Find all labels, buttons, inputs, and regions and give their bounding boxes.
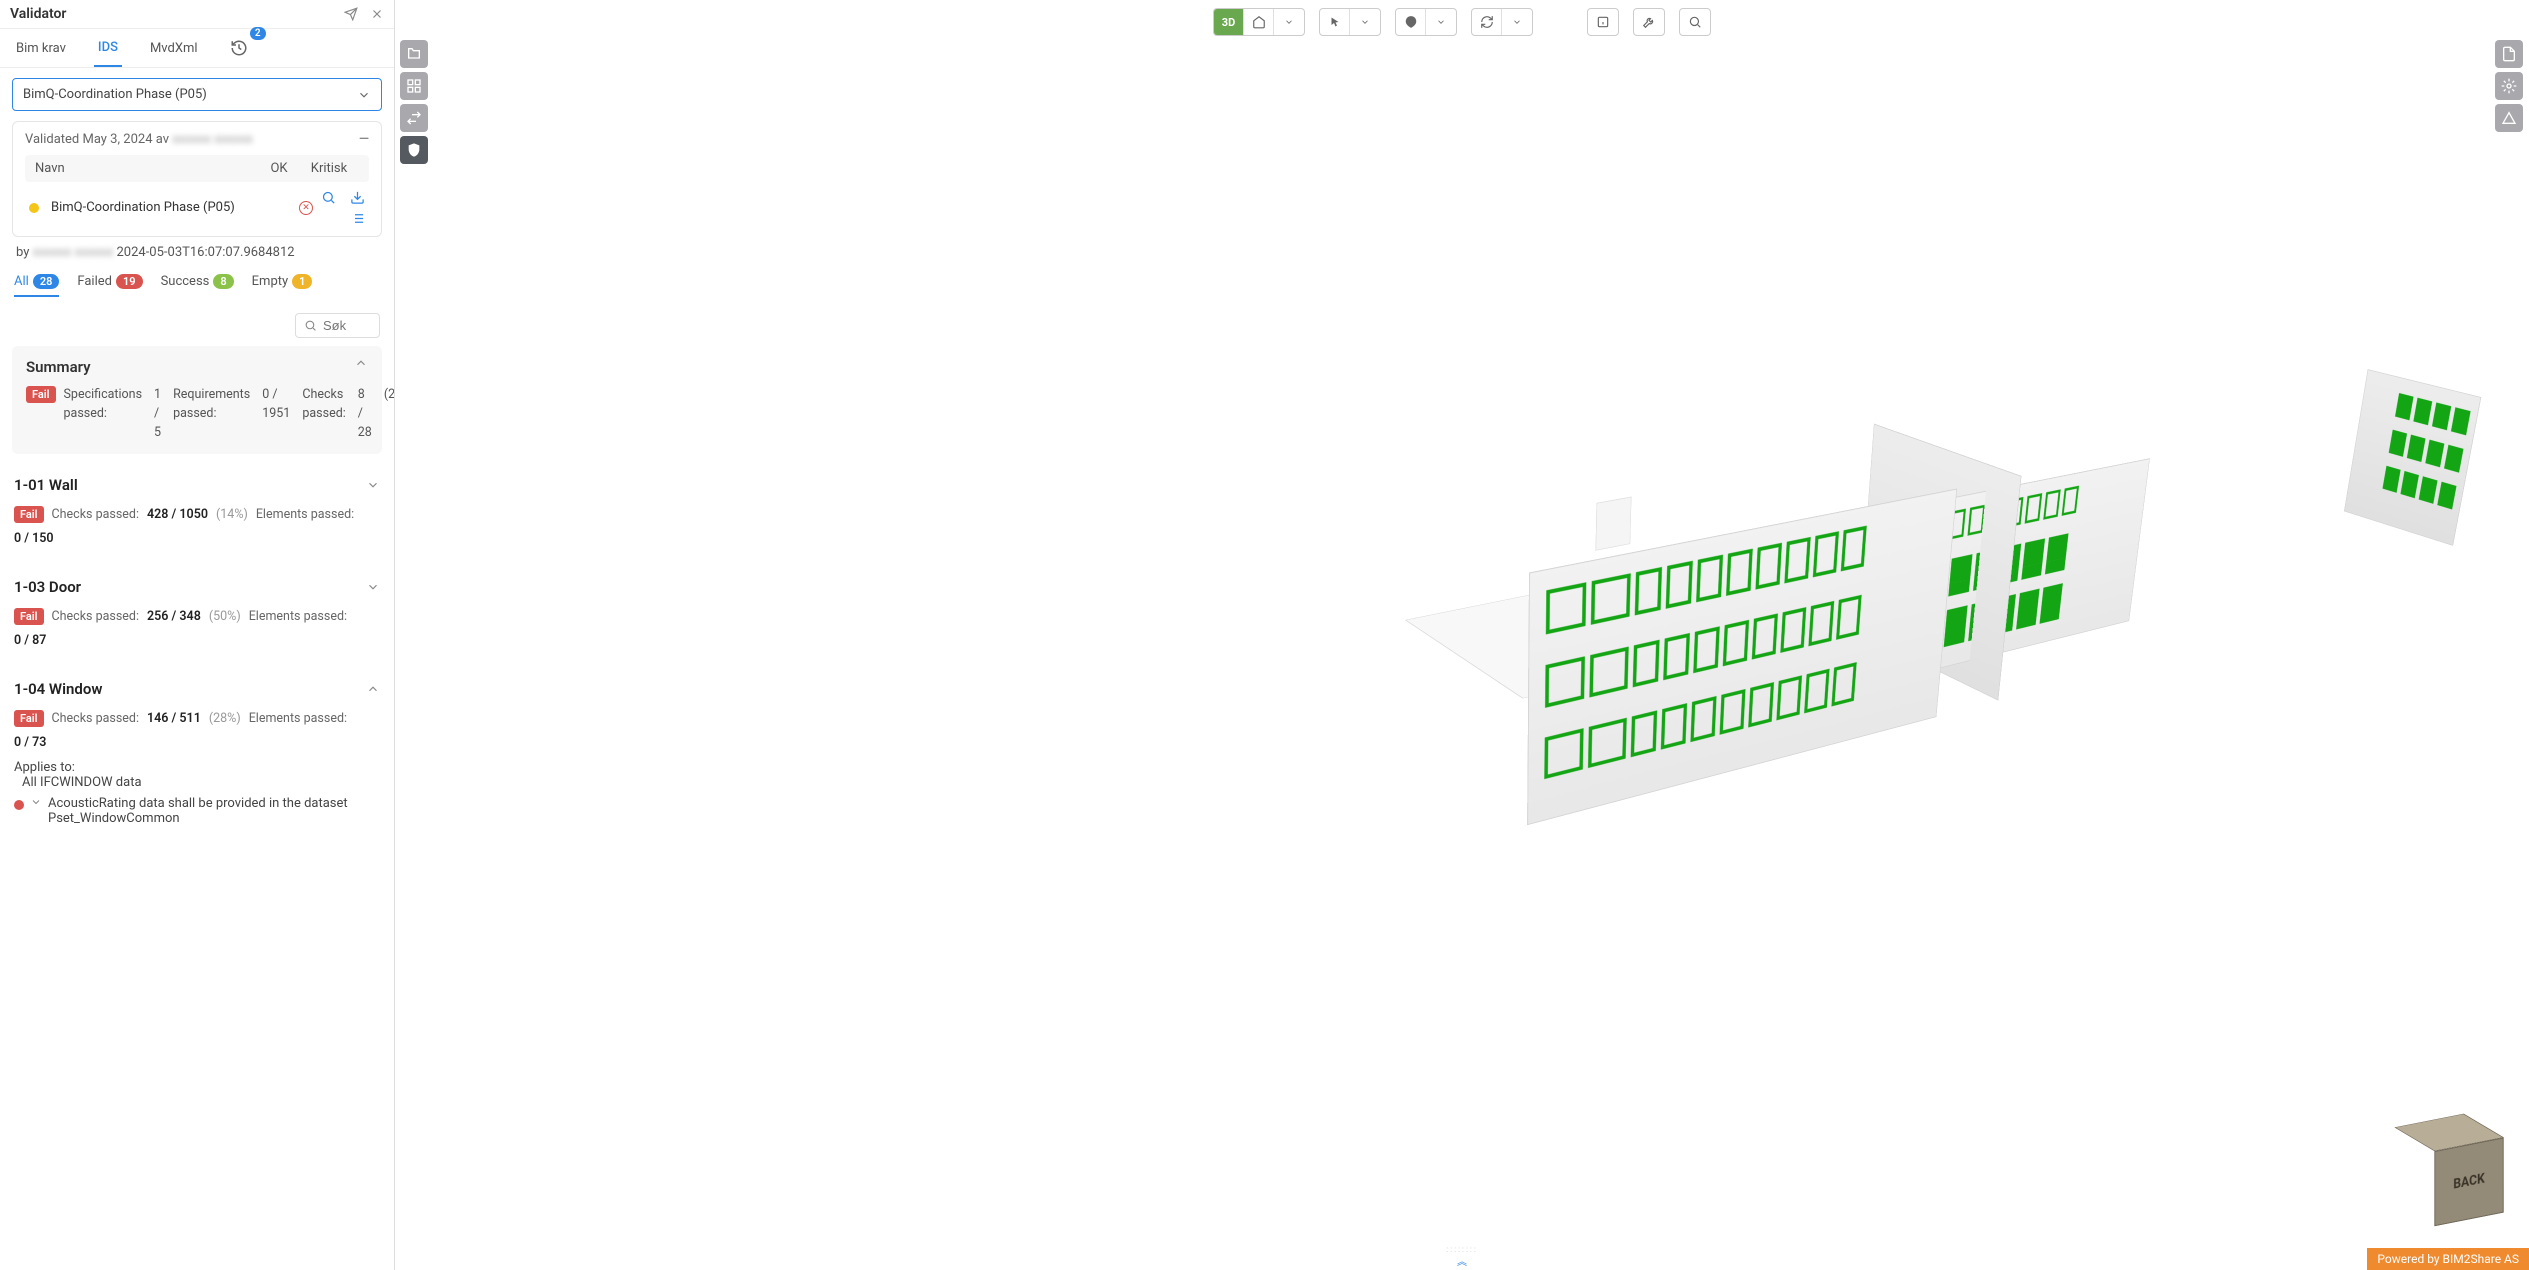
applies-value: All IFCWINDOW data xyxy=(14,775,380,790)
section-wall: 1-01 Wall Fail Checks passed: 428 / 1050… xyxy=(14,472,380,556)
side-toolbar xyxy=(400,40,428,164)
navcube-back[interactable]: BACK xyxy=(2434,1137,2503,1226)
search-result-icon[interactable] xyxy=(321,190,336,205)
summary-collapse-icon[interactable] xyxy=(354,356,368,370)
section-head-door[interactable]: 1-03 Door xyxy=(14,574,380,600)
applies-label: Applies to: xyxy=(14,760,380,775)
req-label: Requirements passed: xyxy=(173,386,250,424)
failed-count: 19 xyxy=(116,274,143,289)
cursor-dropdown[interactable] xyxy=(1350,9,1380,35)
row-name: BimQ-Coordination Phase (P05) xyxy=(47,200,291,217)
gear-button[interactable] xyxy=(2495,72,2523,100)
section-door: 1-03 Door Fail Checks passed: 256 / 348 … xyxy=(14,574,380,658)
detach-icon[interactable] xyxy=(344,7,358,21)
right-toolbar xyxy=(2495,40,2523,132)
error-icon: ✕ xyxy=(299,201,313,215)
summary-heading: Summary xyxy=(26,358,368,376)
rule-text: AcousticRating data shall be provided in… xyxy=(48,796,380,826)
view-3d-button[interactable]: 3D xyxy=(1214,9,1244,35)
timestamp: 2024-05-03T16:07:07.9684812 xyxy=(116,245,294,260)
chevron-down-icon xyxy=(366,478,380,492)
tab-bimkrav[interactable]: Bim krav xyxy=(12,31,70,66)
author-redacted: xxxxxx xxxxxx xyxy=(33,245,114,260)
home-dropdown[interactable] xyxy=(1274,9,1304,35)
section-window: 1-04 Window Fail Checks passed: 146 / 51… xyxy=(14,676,380,836)
section-head-wall[interactable]: 1-01 Wall xyxy=(14,472,380,498)
wrench-button[interactable] xyxy=(1634,9,1664,35)
grid-button[interactable] xyxy=(400,72,428,100)
tab-mvdxml[interactable]: MvdXml xyxy=(146,31,202,66)
download-icon[interactable] xyxy=(350,190,365,205)
th-navn: Navn xyxy=(35,161,259,176)
validated-prefix: Validated May 3, 2024 av xyxy=(25,132,169,147)
chevron-down-icon xyxy=(357,88,371,102)
pct: (28%) xyxy=(384,386,394,405)
success-count: 8 xyxy=(213,274,233,289)
viewport-3d[interactable]: 3D xyxy=(395,0,2529,1270)
empty-count: 1 xyxy=(292,274,312,289)
rule-row[interactable]: AcousticRating data shall be provided in… xyxy=(14,796,380,826)
info-button[interactable] xyxy=(1588,9,1618,35)
chevron-down-icon xyxy=(30,796,42,808)
filter-row: All 28 Failed 19 Success 8 Empty 1 xyxy=(0,270,394,346)
all-count: 28 xyxy=(33,274,60,289)
table-row: BimQ-Coordination Phase (P05) ✕ xyxy=(25,182,369,226)
status-dot-yellow xyxy=(29,203,39,213)
search-box[interactable] xyxy=(295,313,380,338)
search-input[interactable] xyxy=(323,318,371,333)
building-model[interactable] xyxy=(575,120,2409,1190)
table-header: Navn OK Kritisk xyxy=(25,155,369,182)
panel-title: Validator xyxy=(10,6,66,22)
validated-user-redacted: xxxxxx xxxxxx xyxy=(172,132,253,147)
section-head-window[interactable]: 1-04 Window xyxy=(14,676,380,702)
home-button[interactable] xyxy=(1244,9,1274,35)
folder-button[interactable] xyxy=(400,40,428,68)
filter-failed[interactable]: Failed 19 xyxy=(77,274,142,295)
list-icon[interactable] xyxy=(350,211,365,226)
refresh-button[interactable] xyxy=(1472,9,1502,35)
tabs: Bim krav IDS MvdXml 2 xyxy=(0,29,394,68)
by-line: by xxxxxx xxxxxx 2024-05-03T16:07:07.968… xyxy=(0,245,394,270)
filter-empty[interactable]: Empty 1 xyxy=(252,274,313,295)
tab-history[interactable]: 2 xyxy=(226,29,262,67)
summary-fail-badge: Fail xyxy=(26,386,56,403)
nav-cube[interactable]: BACK LEFT xyxy=(2399,1120,2499,1220)
summary-box: Summary Fail Specifications passed: 1 /5… xyxy=(12,346,382,454)
refresh-dropdown[interactable] xyxy=(1502,9,1532,35)
phase-select-value: BimQ-Coordination Phase (P05) xyxy=(23,87,207,102)
powered-by-badge: Powered by BIM2Share AS xyxy=(2367,1248,2529,1270)
spec-label: Specifications passed: xyxy=(64,386,143,424)
doc-button[interactable] xyxy=(2495,40,2523,68)
collapse-icon[interactable]: — xyxy=(359,132,369,147)
chevron-up-icon xyxy=(366,682,380,696)
zoom-button[interactable] xyxy=(1680,9,1710,35)
history-badge: 2 xyxy=(250,27,266,40)
chevron-down-icon xyxy=(366,580,380,594)
top-toolbar: 3D xyxy=(1213,8,1711,36)
swap-button[interactable] xyxy=(400,104,428,132)
bottom-expand-icon[interactable]: ︽ xyxy=(1457,1253,1467,1268)
phase-select[interactable]: BimQ-Coordination Phase (P05) xyxy=(12,78,382,111)
leaf-button[interactable] xyxy=(1396,9,1426,35)
tab-ids[interactable]: IDS xyxy=(94,30,122,67)
close-icon[interactable] xyxy=(370,7,384,21)
filter-success[interactable]: Success 8 xyxy=(161,274,234,295)
validated-card: Validated May 3, 2024 av xxxxxx xxxxxx —… xyxy=(12,121,382,237)
validator-panel: Validator Bim krav IDS MvdXml 2 BimQ-Coo… xyxy=(0,0,395,1270)
leaf-dropdown[interactable] xyxy=(1426,9,1456,35)
filter-all[interactable]: All 28 xyxy=(14,274,59,297)
shield-button[interactable] xyxy=(400,136,428,164)
triangle-button[interactable] xyxy=(2495,104,2523,132)
panel-header: Validator xyxy=(0,0,394,29)
cursor-button[interactable] xyxy=(1320,9,1350,35)
th-ok: OK xyxy=(259,161,299,176)
search-icon xyxy=(304,319,317,332)
status-dot-red xyxy=(14,800,24,810)
checks-label: Checks passed: xyxy=(302,386,345,424)
th-kritisk: Kritisk xyxy=(299,161,359,176)
